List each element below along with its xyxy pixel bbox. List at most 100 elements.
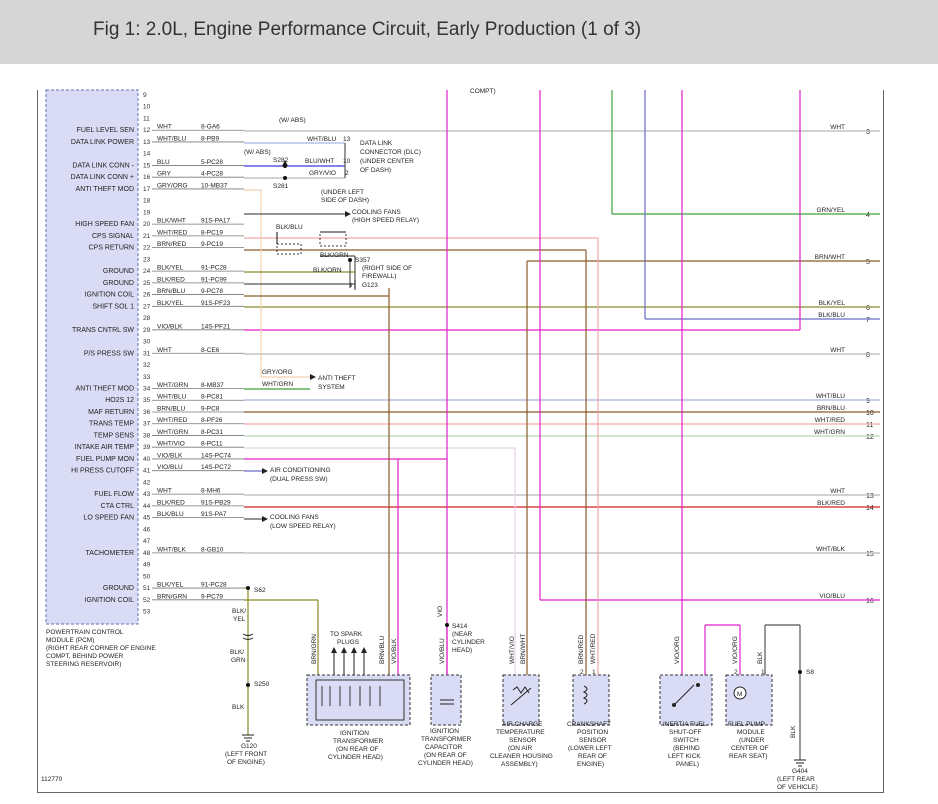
right-ref-number: 12 <box>866 434 874 441</box>
pcm-pin-number: 27 <box>143 303 151 310</box>
wire-circuit-label: 91-PC99 <box>201 276 227 283</box>
wire-color-label: BLK/YEL <box>157 265 184 272</box>
pcm-pin-number: 25 <box>143 280 151 287</box>
wire-circuit-label: 8-PC81 <box>201 394 223 401</box>
s414-label-2: (NEAR <box>452 631 473 638</box>
pcm-pin-number: 29 <box>143 327 151 334</box>
pcm-pin-label: FUEL LEVEL SEN <box>77 127 134 134</box>
fuel-pump-label-4: CENTER OF <box>731 745 769 752</box>
right-wire-color: WHT/RED <box>815 417 846 424</box>
wire-circuit-label: 10-MB37 <box>201 182 228 189</box>
wire-color-label: VIO/BLU <box>157 464 183 471</box>
s281-label: S281 <box>273 183 289 190</box>
pcm-pin-label: CPS RETURN <box>88 245 134 252</box>
ac-label-2: (DUAL PRESS SW) <box>270 476 328 483</box>
pcm-pin-number: 49 <box>143 562 151 569</box>
right-wire-color: BLK/RED <box>817 500 845 507</box>
inertia-wire: VIO/ORG <box>674 636 681 664</box>
ground-blk-grn-2: GRN <box>231 657 246 664</box>
wire-circuit-label: 14S-PC72 <box>201 464 231 471</box>
fuel-pump-label-3: (UNDER <box>739 737 765 744</box>
cps-blk-orn: BLK/ORN <box>313 267 342 274</box>
cooling-fans-high-1: COOLING FANS <box>352 209 401 216</box>
pcm-pin-number: 37 <box>143 421 151 428</box>
pcm-box-label-3: (RIGHT REAR CORNER OF ENGINE <box>46 645 156 652</box>
dlc-abs-note: (W/ ABS) <box>279 117 306 124</box>
ground-blk-yel-1: BLK/ <box>232 608 246 615</box>
dlc-pin-3: 2 <box>345 170 349 177</box>
pcm-pin-label: DATA LINK CONN - <box>72 162 134 169</box>
g120-label-3: OF ENGINE) <box>227 759 265 766</box>
wire-circuit-label: 8-PC19 <box>201 229 223 236</box>
ignition-capacitor <box>430 674 462 726</box>
pcm-pin-number: 41 <box>143 468 151 475</box>
anti-theft-gry-org: GRY/ORG <box>262 369 293 376</box>
wire-color-label: VIO/BLK <box>157 323 183 330</box>
act-label-4: (ON AIR <box>508 745 533 752</box>
wire-color-label: BLK/YEL <box>157 300 184 307</box>
act-wire-1: WHT/VIO <box>509 636 516 664</box>
right-wire-color: WHT <box>830 347 845 354</box>
wire-circuit-label: 91-PC28 <box>201 582 227 589</box>
right-wire-color: BRN/WHT <box>815 254 845 261</box>
pcm-pin-label: DATA LINK CONN + <box>71 174 134 181</box>
inertia-label-4: (BEHIND <box>673 745 700 752</box>
pcm-pin-number: 26 <box>143 292 151 299</box>
wire-circuit-label: 9-PC8 <box>201 405 220 412</box>
wire-circuit-label: 91S-PA17 <box>201 218 231 225</box>
splice-location-1: (UNDER LEFT <box>321 189 364 196</box>
pcm-pin-number: 31 <box>143 350 151 357</box>
wire-color-label: VIO/BLK <box>157 452 183 459</box>
fuel-pump-wire-2: BLK <box>757 651 764 664</box>
right-wire-color: VIO/BLU <box>819 593 845 600</box>
right-wire-color: WHT <box>830 124 845 131</box>
pcm-pin-number: 52 <box>143 597 151 604</box>
ckp-pin-1: 1 <box>592 669 596 676</box>
pcm-pin-number: 21 <box>143 233 151 240</box>
transformer-label-3: (ON REAR OF <box>336 746 379 753</box>
right-ref-number: 10 <box>866 410 874 417</box>
pcm-pin-label: LO SPEED FAN <box>83 515 134 522</box>
pcm-pin-number: 17 <box>143 186 151 193</box>
wire-color-label: WHT/GRN <box>157 382 188 389</box>
wire-color-label: GRY/ORG <box>157 182 188 189</box>
pcm-pin-number: 50 <box>143 573 151 580</box>
s414-label-4: HEAD) <box>452 647 472 654</box>
wire-circuit-label: 9-PC78 <box>201 288 223 295</box>
wiring-diagram: FUEL LEVEL SEN DATA LINK POWER DATA LINK C… <box>45 88 880 791</box>
act-label-6: ASSEMBLY) <box>501 761 538 768</box>
dlc-pin-1: 13 <box>343 136 351 143</box>
act-label-2: TEMPERATURE <box>496 729 545 736</box>
pcm-pin-number: 10 <box>143 104 151 111</box>
s414-vio: VIO <box>437 606 444 617</box>
pcm-pin-number: 34 <box>143 386 151 393</box>
s282-label: S282 <box>273 157 289 164</box>
pcm-pin-number: 33 <box>143 374 151 381</box>
pcm-pin-number: 24 <box>143 268 151 275</box>
right-ref-number: 9 <box>866 398 870 405</box>
dlc-pin-2: 10 <box>343 158 351 165</box>
firewall-label-1: (RIGHT SIDE OF <box>362 265 412 272</box>
dlc-wire-3: GRY/VIO <box>309 170 336 177</box>
wire-circuit-label: 8-MB37 <box>201 382 224 389</box>
pcm-pin-number: 44 <box>143 503 151 510</box>
pcm-pin-label: FUEL PUMP MON <box>76 456 134 463</box>
inertia-switch <box>659 674 713 726</box>
fuel-pump-label-5: REAR SEAT) <box>729 753 768 760</box>
wire-circuit-label: 8-PC31 <box>201 429 223 436</box>
wire-color-label: BLK/RED <box>157 276 185 283</box>
wire-circuit-label: 8-GB10 <box>201 546 224 553</box>
pcm-pin-label: HIGH SPEED FAN <box>75 221 134 228</box>
cooling-fans-high-2: (HIGH SPEED RELAY) <box>352 217 419 224</box>
s62-label: S62 <box>254 587 266 594</box>
pcm-pin-label: ANTI THEFT MOD <box>76 386 134 393</box>
pcm-pin-label: TEMP SENS <box>94 432 135 439</box>
cps-blk-grn: BLK/GRN <box>320 252 349 259</box>
pcm-pin-number: 40 <box>143 456 151 463</box>
right-ref-number: 3 <box>866 129 870 136</box>
fuel-pump-module <box>725 674 773 726</box>
wire-color-label: WHT/GRN <box>157 429 188 436</box>
wire-color-label: WHT/VIO <box>157 441 185 448</box>
pcm-pin-label: HI PRESS CUTOFF <box>71 468 134 475</box>
pcm-pin-number: 18 <box>143 198 151 205</box>
